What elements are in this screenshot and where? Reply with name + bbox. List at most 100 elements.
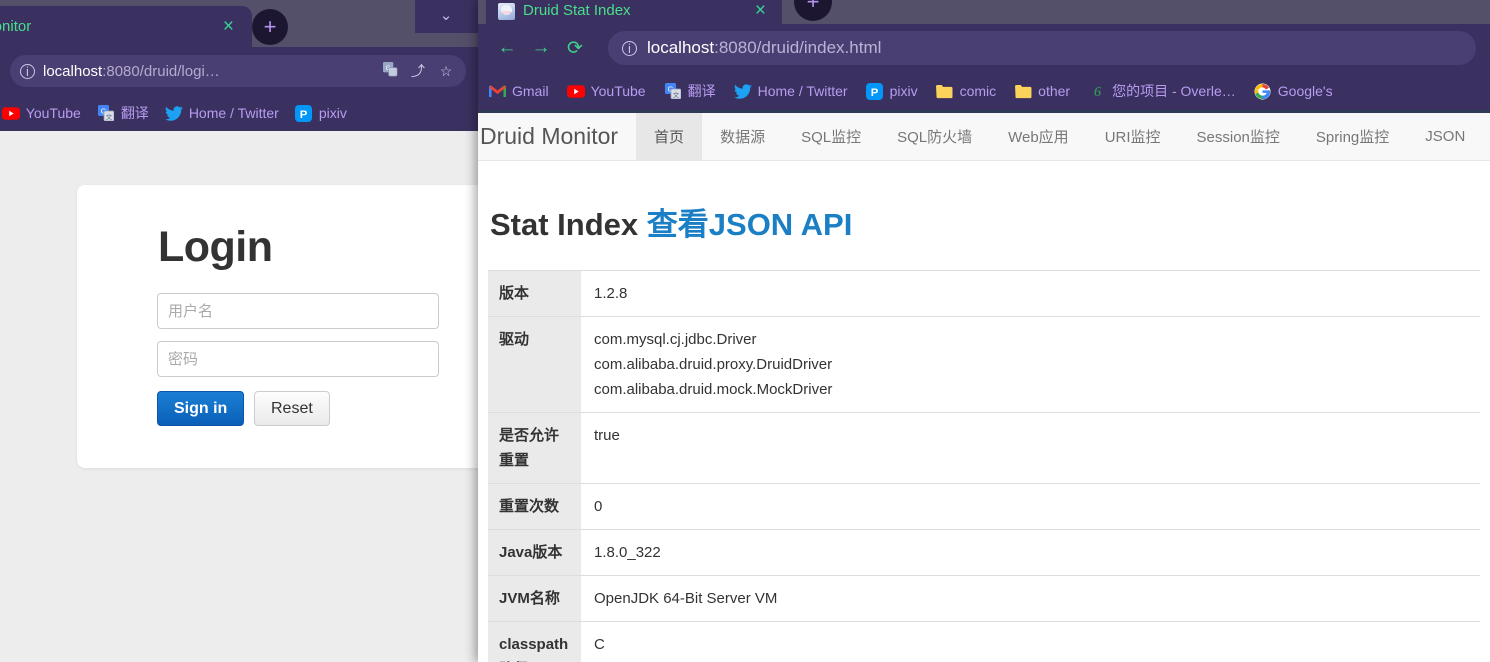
value-line: C (594, 636, 605, 653)
value-line: OpenJDK 64-Bit Server VM (594, 590, 778, 607)
bookmark-item[interactable]: G 文翻译 (97, 103, 149, 123)
share-icon[interactable]: ⤴ (408, 61, 428, 81)
back-icon[interactable]: ← (492, 37, 522, 59)
chevron-down-icon[interactable]: ⌄ (437, 6, 455, 24)
background-tab[interactable]: ruid monitor × (0, 6, 252, 47)
bookmark-item[interactable]: Home / Twitter (733, 82, 848, 100)
nav-tab-label: 首页 (654, 129, 685, 146)
translate-icon[interactable]: G (380, 62, 400, 80)
nav-tab[interactable]: 数据源 (702, 113, 783, 160)
table-row-key: 是否允许重置 (488, 412, 581, 484)
new-tab-button[interactable]: + (794, 0, 832, 21)
svg-text:P: P (300, 108, 308, 120)
bookmark-item[interactable]: YouTube (566, 82, 646, 100)
bookmark-label: other (1038, 83, 1071, 99)
screen: ruid monitor × + ⌄ → ⟳ i localhost:8080/… (0, 0, 1490, 662)
foreground-tab-strip: Druid Stat Index × + (478, 0, 1490, 24)
nav-tab[interactable]: SQL防火墙 (879, 113, 990, 160)
table-row-value: 1.2.8 (581, 270, 1480, 317)
login-card: Login Sign in Reset (77, 185, 480, 468)
new-tab-button[interactable]: + (252, 9, 288, 45)
gmail-icon (488, 82, 506, 100)
close-icon[interactable]: × (751, 1, 770, 20)
url-host: localhost (647, 38, 715, 57)
svg-text:P: P (871, 86, 879, 98)
twitter-icon (733, 82, 752, 100)
password-input[interactable] (157, 341, 439, 377)
page-heading: Stat Index 查看JSON API (490, 199, 1480, 244)
value-line: 1.8.0_322 (594, 544, 661, 561)
bookmark-label: Gmail (512, 83, 549, 99)
bookmark-label: YouTube (25, 105, 81, 121)
bookmark-item[interactable]: comic (936, 82, 996, 100)
background-address-bar[interactable]: i localhost:8080/druid/logi… G ⤴ ☆ (10, 55, 466, 87)
reset-button[interactable]: Reset (254, 391, 330, 426)
nav-tab[interactable]: SQL监控 (783, 113, 879, 160)
background-url-host: localhost (43, 62, 103, 80)
nav-tab-label: Session监控 (1196, 129, 1280, 146)
sign-in-button[interactable]: Sign in (157, 391, 245, 426)
nav-tab[interactable]: JSON (1407, 113, 1483, 160)
pixiv-icon: P (295, 104, 313, 122)
table-row-value: 1.8.0_322 (581, 529, 1480, 576)
bookmark-item[interactable]: Gmail (488, 82, 549, 100)
avatar-favicon-icon (498, 3, 515, 20)
background-browser-window: ruid monitor × + ⌄ → ⟳ i localhost:8080/… (0, 0, 480, 662)
table-row-key: 版本 (488, 270, 581, 317)
bookmark-label: Google's (1277, 83, 1333, 99)
bookmark-item[interactable]: YouTube (1, 104, 81, 122)
bookmark-item[interactable]: Home / Twitter (164, 104, 279, 122)
url-path: :8080/druid/index.html (714, 38, 882, 57)
bookmark-item[interactable]: other (1014, 82, 1070, 100)
brand-title[interactable]: Druid Monitor (478, 113, 636, 160)
bookmark-item[interactable]: Ppixiv (295, 104, 347, 122)
background-url-text: localhost:8080/druid/logi… (43, 63, 372, 80)
background-tab-strip: ruid monitor × + ⌄ (0, 0, 480, 47)
table-row: 重置次数 0 (488, 483, 1480, 530)
main-content: Stat Index 查看JSON API 版本 1.2.8 驱动 com.mysql… (478, 161, 1490, 662)
nav-tab-label: URI监控 (1104, 129, 1161, 146)
nav-tab[interactable]: Spring监控 (1298, 113, 1407, 160)
bookmark-star-icon[interactable]: ☆ (436, 63, 456, 80)
bookmark-label: pixiv (889, 83, 918, 99)
username-input[interactable] (157, 293, 439, 329)
svg-text:文: 文 (106, 112, 113, 121)
bookmark-label: pixiv (318, 105, 347, 121)
bookmark-label: 您的项目 - Overle… (1112, 83, 1236, 99)
table-row: Java版本 1.8.0_322 (488, 529, 1480, 576)
bookmark-item[interactable]: 6 您的项目 - Overle… (1088, 81, 1236, 101)
table-row-key: classpath 路径 (488, 621, 581, 662)
omnibox-bar: ← → ⟳ i localhost:8080/druid/index.html (478, 24, 1490, 72)
table-row-value: true (581, 412, 1480, 484)
page-content: Druid Monitor 首页 数据源 SQL监控 SQL防火墙 Web应用 URI监控… (478, 110, 1490, 662)
close-icon[interactable]: × (217, 17, 240, 36)
bookmark-item[interactable]: G 文翻译 (664, 81, 716, 101)
bookmark-label: 翻译 (687, 83, 716, 99)
background-url-path: :8080/druid/logi… (102, 62, 220, 80)
table-row-key: Java版本 (488, 529, 581, 576)
browser-tab[interactable]: Druid Stat Index × (486, 0, 782, 24)
nav-tab[interactable]: Web应用 (990, 113, 1087, 160)
svg-text:6: 6 (1094, 84, 1102, 100)
info-icon[interactable]: i (622, 40, 637, 56)
stat-index-table: 版本 1.2.8 驱动 com.mysql.cj.jdbc.Driver com.ali… (488, 270, 1480, 662)
nav-tab[interactable]: Session监控 (1179, 113, 1298, 160)
table-row-key: JVM名称 (488, 575, 581, 622)
reload-icon[interactable]: ⟳ (560, 37, 590, 60)
info-icon[interactable]: i (20, 63, 35, 79)
bookmarks-bar: Gmail YouTube G 文翻译 Home / Twitter Ppixiv comi… (478, 72, 1490, 110)
json-api-link[interactable]: 查看JSON API (647, 207, 853, 242)
forward-icon[interactable]: → (526, 37, 556, 59)
table-row: 版本 1.2.8 (488, 270, 1480, 317)
bookmark-item[interactable]: Ppixiv (866, 82, 918, 100)
nav-tab-label: Spring监控 (1315, 129, 1390, 146)
nav-tab[interactable]: URI监控 (1087, 113, 1179, 160)
table-row: JVM名称 OpenJDK 64-Bit Server VM (488, 575, 1480, 622)
bookmark-label: Home / Twitter (757, 83, 848, 99)
bookmark-item[interactable]: Google's (1254, 82, 1333, 100)
overleaf-icon: 6 (1088, 82, 1106, 100)
address-bar[interactable]: i localhost:8080/druid/index.html (608, 31, 1476, 65)
table-row: 驱动 com.mysql.cj.jdbc.Driver com.alibaba.dr… (488, 316, 1480, 413)
youtube-icon (566, 82, 585, 100)
nav-tab[interactable]: 首页 (636, 113, 703, 160)
